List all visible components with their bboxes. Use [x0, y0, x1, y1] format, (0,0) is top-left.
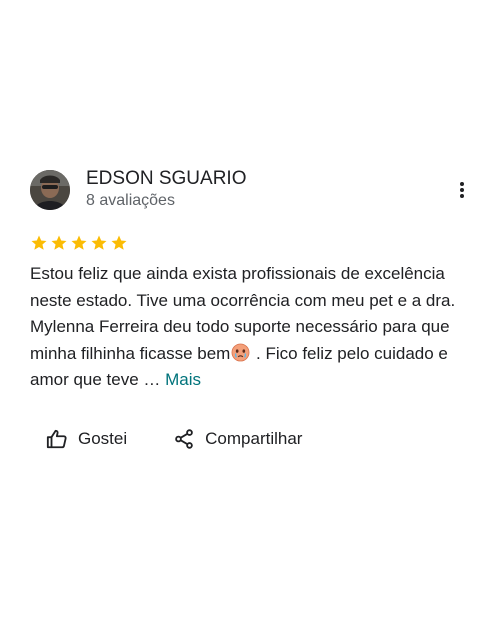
review-header: EDSON SGUARIO 8 avaliações: [30, 168, 480, 212]
share-icon: [175, 429, 193, 449]
star-icon: [31, 235, 47, 250]
more-options-button[interactable]: [450, 178, 474, 202]
review-text: Estou feliz que ainda exista profissiona…: [30, 261, 480, 394]
star-icon: [71, 235, 87, 250]
review-actions: Gostei Compartilhar: [46, 426, 302, 452]
more-vert-icon: [460, 182, 464, 198]
star-rating: [30, 234, 128, 252]
like-label: Gostei: [78, 429, 128, 448]
share-label: Compartilhar: [205, 429, 303, 448]
read-more-link[interactable]: Mais: [165, 370, 201, 389]
author-name[interactable]: EDSON SGUARIO: [86, 168, 246, 190]
star-icon: [51, 235, 67, 250]
star-icon: [111, 235, 127, 250]
avatar[interactable]: [30, 170, 70, 210]
crying-face-emoji-icon: [231, 343, 250, 361]
share-button[interactable]: Compartilhar: [173, 428, 302, 450]
star-icon: [91, 235, 107, 250]
profile-photo-icon: [30, 170, 70, 210]
like-button[interactable]: Gostei: [46, 428, 127, 450]
review-card: EDSON SGUARIO 8 avaliações Estou feliz q…: [0, 0, 501, 628]
thumb-up-icon: [46, 429, 67, 449]
author-review-count: 8 avaliações: [86, 192, 175, 209]
